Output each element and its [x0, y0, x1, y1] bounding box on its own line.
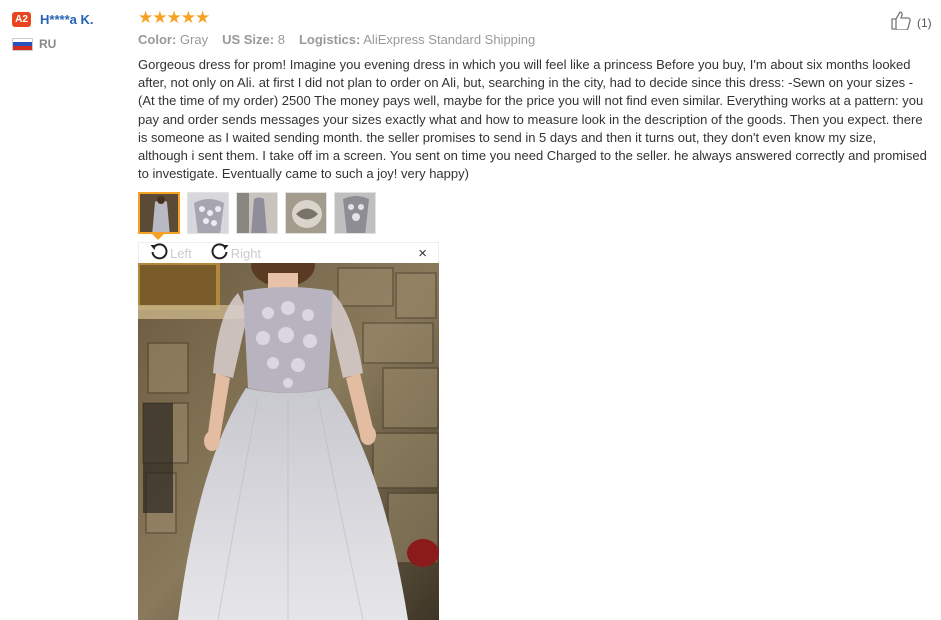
photo-viewer: Left Right ×	[138, 242, 439, 620]
russia-flag-icon	[12, 37, 33, 51]
attribute-value: AliExpress Standard Shipping	[363, 32, 536, 47]
star-icon: ★	[166, 8, 182, 27]
attribute-value: 8	[277, 32, 285, 47]
reviewer-country: RU	[12, 37, 132, 51]
rotate-right-label: Right	[230, 245, 262, 261]
rotate-right-button[interactable]: Right	[210, 241, 261, 266]
attribute-key: Color:	[138, 32, 177, 47]
photo-thumbnail[interactable]	[236, 192, 278, 234]
reviewer-info: A2 H****a K. RU	[12, 10, 132, 51]
photo-thumbnail[interactable]	[285, 192, 327, 234]
star-rating: ★ ★ ★ ★ ★	[138, 8, 210, 27]
photo-thumbnail[interactable]	[138, 192, 180, 234]
viewer-toolbar: Left Right ×	[138, 242, 439, 263]
order-attributes: Color: Gray US Size: 8 Logistics: AliExpre…	[138, 32, 549, 47]
reviewer-name-link[interactable]: H****a K.	[40, 12, 93, 27]
star-icon: ★	[152, 8, 167, 27]
rotate-left-label: Left	[170, 245, 192, 261]
star-icon: ★	[195, 8, 210, 27]
rotate-left-button[interactable]: Left	[149, 241, 192, 266]
dress-photo-large	[138, 263, 439, 620]
country-code: RU	[39, 37, 57, 51]
star-icon: ★	[138, 8, 153, 27]
photo-thumbnail[interactable]	[334, 192, 376, 234]
attribute-key: US Size:	[222, 32, 275, 47]
helpful-count: (1)	[917, 15, 932, 30]
attribute-key: Logistics:	[298, 32, 361, 47]
attribute-value: Gray	[179, 32, 209, 47]
photo-thumbnails	[138, 192, 383, 234]
reviewer-row: A2 H****a K.	[12, 10, 132, 28]
photo-thumbnail[interactable]	[187, 192, 229, 234]
rotate-right-icon	[210, 241, 230, 266]
close-viewer-button[interactable]: ×	[418, 246, 427, 261]
star-icon: ★	[180, 8, 196, 27]
rotate-left-icon	[149, 241, 169, 266]
thumbs-up-icon[interactable]	[890, 10, 914, 35]
helpful-vote[interactable]: (1)	[890, 10, 932, 35]
buyer-level-badge: A2	[12, 11, 31, 27]
review-text: Gorgeous dress for prom! Imagine you eve…	[138, 57, 927, 182]
active-thumb-indicator	[152, 234, 164, 240]
